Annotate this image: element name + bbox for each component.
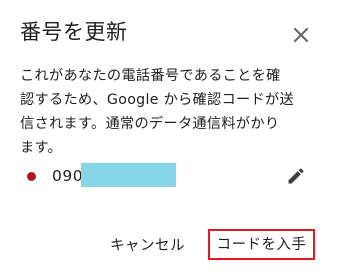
cancel-button[interactable]: キャンセル — [106, 232, 189, 260]
pencil-icon — [288, 168, 304, 184]
description-line: 信されます。通常のデータ通信料がかり — [20, 116, 280, 132]
enter-code-button[interactable]: コードを入手 — [208, 229, 315, 260]
dialog-description: これがあなたの電話番号であることを確 認するため、Google から確認コードが… — [20, 64, 320, 160]
description-line: 認するため、Google から確認コードが送 — [20, 92, 294, 108]
close-button[interactable] — [286, 20, 316, 50]
close-icon — [293, 27, 309, 43]
description-line: ます。 — [20, 140, 63, 156]
redacted-phone-number — [81, 163, 176, 187]
update-number-dialog: 番号を更新 これがあなたの電話番号であることを確 認するため、Google から… — [0, 0, 340, 279]
phone-number-prefix: 090 — [52, 167, 84, 185]
phone-number-row: 090 — [20, 160, 320, 192]
description-line: これがあなたの電話番号であることを確 — [20, 68, 281, 84]
dialog-title: 番号を更新 — [20, 20, 128, 44]
edit-phone-button[interactable] — [282, 162, 310, 190]
status-dot — [27, 172, 36, 181]
dialog-actions: キャンセル コードを入手 — [0, 228, 340, 264]
